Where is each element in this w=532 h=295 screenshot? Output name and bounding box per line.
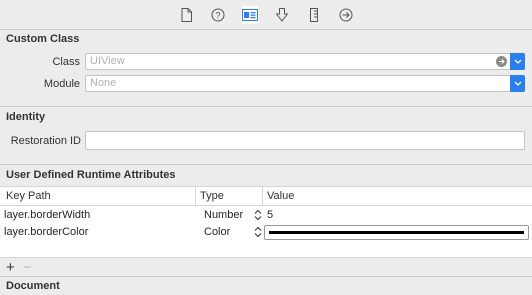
type-stepper-icon[interactable] bbox=[254, 226, 262, 238]
size-inspector-button[interactable] bbox=[305, 6, 323, 24]
connections-inspector-button[interactable] bbox=[337, 6, 355, 24]
svg-text:?: ? bbox=[215, 10, 220, 20]
size-icon bbox=[310, 7, 318, 22]
color-swatch bbox=[269, 231, 524, 234]
inspector-toolbar: ? bbox=[0, 0, 532, 30]
key-path-cell[interactable]: layer.borderWidth bbox=[4, 209, 90, 221]
help-inspector-button[interactable]: ? bbox=[209, 6, 227, 24]
identity-title: Identity bbox=[6, 111, 46, 123]
module-dropdown-button[interactable] bbox=[510, 75, 525, 92]
section-divider bbox=[0, 164, 532, 165]
identity-icon bbox=[242, 8, 258, 21]
key-path-cell[interactable]: layer.borderColor bbox=[4, 226, 88, 238]
type-cell[interactable]: Color bbox=[204, 226, 230, 238]
class-label: Class bbox=[52, 56, 80, 68]
connections-icon bbox=[339, 8, 353, 21]
type-stepper-icon[interactable] bbox=[254, 209, 262, 221]
add-attribute-button[interactable]: + bbox=[6, 260, 15, 275]
class-field[interactable]: UIView bbox=[85, 53, 525, 70]
table-controls: + − bbox=[6, 260, 32, 275]
runtime-attributes-title: User Defined Runtime Attributes bbox=[6, 169, 176, 181]
section-divider bbox=[0, 276, 532, 277]
file-inspector-button[interactable] bbox=[177, 6, 195, 24]
document-title: Document bbox=[6, 280, 60, 292]
attributes-inspector-button[interactable] bbox=[273, 6, 291, 24]
module-field[interactable]: None bbox=[85, 75, 525, 92]
class-dropdown-button[interactable] bbox=[510, 53, 525, 70]
class-placeholder: UIView bbox=[90, 55, 125, 67]
column-key-path[interactable]: Key Path bbox=[6, 190, 51, 202]
table-row[interactable]: layer.borderWidth Number 5 bbox=[0, 207, 532, 224]
identity-inspector-button[interactable] bbox=[241, 5, 259, 24]
column-separator bbox=[262, 187, 263, 206]
table-row[interactable]: layer.borderColor Color bbox=[0, 224, 532, 241]
go-to-class-icon[interactable] bbox=[496, 56, 507, 67]
column-type[interactable]: Type bbox=[200, 190, 224, 202]
module-placeholder: None bbox=[90, 77, 117, 89]
custom-class-title: Custom Class bbox=[6, 33, 80, 45]
restoration-id-label: Restoration ID bbox=[10, 135, 81, 147]
help-icon: ? bbox=[211, 8, 225, 21]
section-divider bbox=[0, 106, 532, 107]
file-icon bbox=[181, 7, 192, 22]
attributes-icon bbox=[276, 7, 288, 22]
column-value[interactable]: Value bbox=[267, 190, 294, 202]
color-well[interactable] bbox=[264, 225, 529, 240]
table-header: Key Path Type Value bbox=[0, 187, 532, 206]
restoration-id-field[interactable] bbox=[85, 131, 525, 150]
chevron-down-icon bbox=[514, 81, 521, 86]
runtime-attributes-table: Key Path Type Value layer.borderWidth Nu… bbox=[0, 186, 532, 258]
value-cell[interactable]: 5 bbox=[267, 209, 273, 221]
type-cell[interactable]: Number bbox=[204, 209, 243, 221]
column-separator bbox=[195, 187, 196, 206]
chevron-down-icon bbox=[514, 59, 521, 64]
remove-attribute-button[interactable]: − bbox=[23, 260, 32, 275]
module-label: Module bbox=[43, 78, 80, 90]
